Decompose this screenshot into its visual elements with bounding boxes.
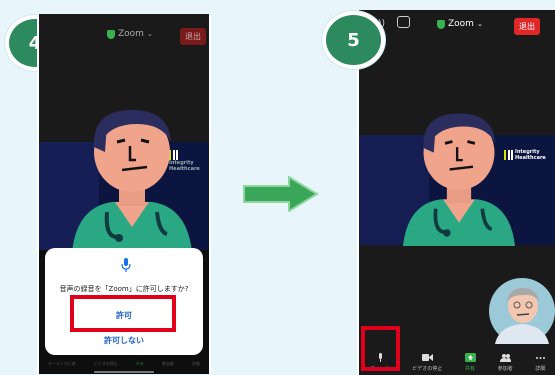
left-zoom-title[interactable]: Zoom ⌄ <box>107 29 153 39</box>
chevron-down-icon: ⌄ <box>146 30 153 38</box>
step-5-number: 5 <box>347 29 360 51</box>
right-zoom-title[interactable]: Zoom ⌄ <box>437 19 483 29</box>
left-faded-toolbar: オーディオに参 ビデオの停止 共有 参加者 詳細 <box>39 357 209 367</box>
mute-highlight-box <box>361 326 400 371</box>
faded-label: 共有 <box>135 361 144 366</box>
permission-message: 音声の録音を「Zoom」に許可しますか? <box>59 285 189 293</box>
doctor-avatar <box>72 110 192 252</box>
left-top-bar: Zoom ⌄ 退出 <box>39 14 209 52</box>
step-5-badge: 5 <box>322 11 385 69</box>
right-phone-screen: )) Zoom ⌄ 退出 Integrity Healthcare ミュート ビ… <box>357 10 555 375</box>
right-top-bar: )) Zoom ⌄ 退出 <box>359 10 555 48</box>
faded-label: 参加者 <box>161 361 174 366</box>
participants-icon <box>499 354 511 362</box>
left-leave-button[interactable]: 退出 <box>180 28 206 45</box>
participants-button[interactable]: 参加者 <box>498 353 513 372</box>
stop-video-button[interactable]: ビデオの停止 <box>412 353 442 372</box>
deny-button[interactable]: 許可しない <box>45 335 203 346</box>
chevron-down-icon: ⌄ <box>476 20 483 28</box>
next-step-arrow <box>243 176 319 212</box>
faded-label: オーディオに参 <box>48 361 76 366</box>
video-camera-icon <box>421 354 433 361</box>
faded-label: 詳細 <box>191 361 200 366</box>
more-icon <box>535 357 545 359</box>
shield-icon <box>107 29 115 39</box>
faded-label: ビデオの停止 <box>93 361 118 366</box>
right-leave-button[interactable]: 退出 <box>514 18 540 35</box>
microphone-icon <box>121 258 131 272</box>
left-zoom-label: Zoom <box>118 29 144 39</box>
doctor-avatar <box>403 113 515 246</box>
self-view-avatar[interactable] <box>489 278 555 344</box>
allow-highlight-box <box>70 295 176 332</box>
shield-icon <box>437 19 445 29</box>
share-icon <box>464 353 476 362</box>
home-indicator <box>94 371 154 373</box>
more-button[interactable]: 詳細 <box>535 353 546 372</box>
left-phone-screen: Zoom ⌄ 退出 Integrity Healthcare 音声の録音を「Zo… <box>37 14 211 374</box>
right-zoom-label: Zoom <box>448 19 474 29</box>
share-button[interactable]: 共有 <box>464 353 476 372</box>
camera-switch-icon[interactable] <box>397 16 410 28</box>
